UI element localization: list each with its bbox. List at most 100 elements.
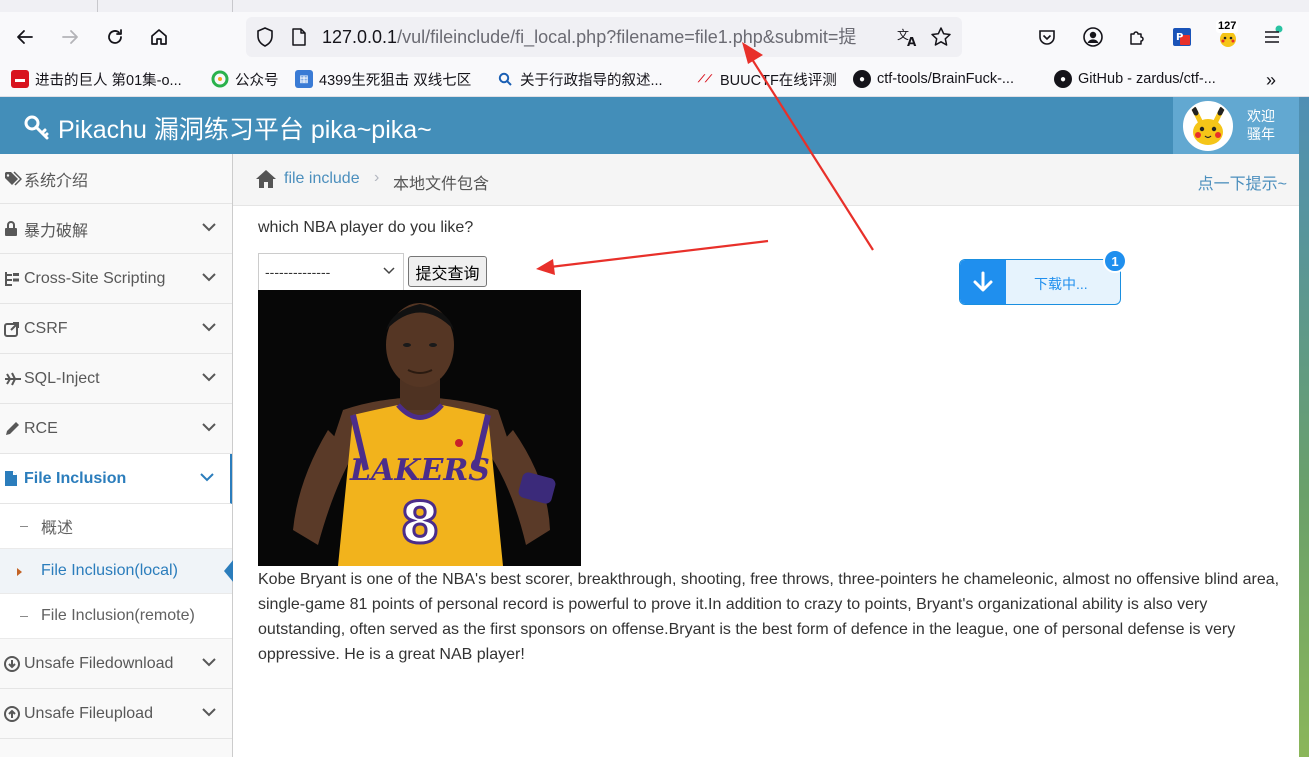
url-text[interactable]: 127.0.0.1/vul/fileinclude/fi_local.php?f… [322,26,888,48]
jersey-number: 8 [401,491,440,556]
sidebar-item-filedownload[interactable]: Unsafe Filedownload [0,639,232,689]
tags-icon [4,170,24,187]
sidebar-item-label: 系统介绍 [24,172,89,190]
account-button[interactable] [1079,23,1107,51]
bookmark-item[interactable]: ● GitHub - zardus/ctf-... [1054,69,1216,89]
bookmark-item[interactable]: ⟋⟋ BUUCTF在线评测 [696,69,837,89]
sidebar-item-label: SQL-Inject [24,369,100,387]
site-title[interactable]: Pikachu 漏洞练习平台 pika~pika~ [24,110,432,146]
bookmark-item[interactable]: ▬ 进击的巨人 第01集-o... [11,69,182,89]
sidebar-item-file-inclusion[interactable]: File Inclusion [0,454,232,504]
menu-button[interactable] [1258,23,1286,51]
translate-icon[interactable]: 文A [896,26,920,48]
avatar [1183,101,1233,151]
hint-link[interactable]: 点一下提示~ [1198,170,1287,194]
download-arrow-icon [960,260,1006,304]
sidebar-item-fileupload[interactable]: Unsafe Fileupload [0,689,232,739]
home-icon[interactable] [255,169,277,189]
breadcrumb: file include › 本地文件包含 点一下提示~ [233,154,1299,206]
question-text: which NBA player do you like? [258,219,474,236]
sidebar-item-partial[interactable] [0,739,232,757]
tab-separator [232,0,233,12]
sidebar-item-label: Unsafe Filedownload [24,654,174,672]
reload-button[interactable] [101,23,129,51]
sitemap-icon [4,271,24,287]
download-progress-widget[interactable]: 下载中... [959,259,1121,305]
back-button[interactable] [11,23,39,51]
buuctf-icon: ⟋⟋ [698,73,712,85]
game-site-icon: ▦ [295,70,313,88]
breadcrumb-separator: › [374,169,380,186]
sidebar-item-rce[interactable]: RCE [0,404,232,454]
bookmarks-overflow-button[interactable]: » [1266,70,1276,91]
home-button[interactable] [145,23,173,51]
bookmark-item[interactable]: 关于行政指导的叙述... [496,69,663,89]
chevron-down-icon [200,473,214,482]
user-welcome: 欢迎 骚年 [1247,107,1275,143]
chevron-down-icon [202,708,216,717]
sidebar-subitem-local[interactable]: File Inclusion(local) [0,549,234,594]
sidebar-item-label: Cross-Site Scripting [24,269,166,287]
home-icon [151,29,167,45]
chevron-down-icon [383,267,395,275]
external-link-icon [4,321,24,337]
site-header: Pikachu 漏洞练习平台 pika~pika~ 欢迎 骚年 [0,97,1299,154]
window-edge [1299,97,1309,757]
player-select[interactable]: -------------- [258,253,404,291]
github-icon: ● [853,70,871,88]
address-bar[interactable]: 127.0.0.1/vul/fileinclude/fi_local.php?f… [246,17,962,57]
puzzle-icon [1130,31,1144,45]
arrow-left-icon [17,30,33,44]
sidebar-item-xss[interactable]: Cross-Site Scripting [0,254,232,304]
pocket-button[interactable] [1033,23,1061,51]
chevron-down-icon [202,273,216,282]
bookmark-item[interactable]: 公众号 [211,69,279,89]
ext-security-button[interactable]: P [1168,23,1196,51]
breadcrumb-link[interactable]: file include [284,170,360,188]
player-illustration: LAKERS 8 [258,290,581,566]
sidebar-item-sqli[interactable]: SQL-Inject [0,354,232,404]
sidebar-subitem-label: 概述 [41,520,74,537]
hamburger-icon [1265,31,1279,43]
video-site-icon: ▬ [11,70,29,88]
welcome-line: 欢迎 [1247,108,1275,124]
shield-icon[interactable] [254,26,276,48]
browser-tabstrip [0,0,1309,12]
sidebar-subitem-remote[interactable]: File Inclusion(remote) [0,594,232,639]
star-icon[interactable] [930,26,952,48]
bookmark-item[interactable]: ▦ 4399生死狙击 双线七区 [295,69,471,89]
sidebar-item-label: Unsafe Fileupload [24,704,153,722]
sidebar-item-csrf[interactable]: CSRF [0,304,232,354]
bookmark-label: 进击的巨人 第01集-o... [35,72,182,89]
caret-right-icon [17,568,22,576]
file-icon [4,470,24,487]
welcome-line: 骚年 [1247,126,1275,142]
sidebar-item-label: CSRF [24,319,68,337]
pikachu-avatar-icon [1185,103,1231,149]
chevron-down-icon [202,423,216,432]
url-path: /vul/fileinclude/fi_local.php?filename=f… [397,27,857,47]
key-icon [24,115,49,140]
download-count-badge: 1 [1103,249,1127,273]
submit-button[interactable]: 提交查询 [408,256,487,287]
forward-button[interactable] [56,23,84,51]
sidebar-subitem-overview[interactable]: 概述 [0,504,232,549]
search-icon [496,70,514,88]
site-title-text: Pikachu 漏洞练习平台 pika~pika~ [58,116,432,144]
select-value: -------------- [265,264,331,280]
page-info-icon[interactable] [290,27,308,47]
sidebar-item-intro[interactable]: 系统介绍 [0,154,232,204]
bookmark-label: GitHub - zardus/ctf-... [1078,71,1216,87]
sidebar-item-bruteforce[interactable]: 暴力破解 [0,204,232,254]
download-status: 下载中... [1034,276,1088,292]
tab-separator [97,0,98,12]
user-menu[interactable]: 欢迎 骚年 [1173,97,1299,154]
bookmark-item[interactable]: ● ctf-tools/BrainFuck-... [853,69,1014,89]
bookmark-label: 4399生死狙击 双线七区 [319,72,472,89]
jersey-text: LAKERS [349,453,490,488]
bookmark-label: BUUCTF在线评测 [720,72,837,89]
svg-text:P: P [1176,32,1183,43]
main-content: which NBA player do you like? ----------… [233,206,1299,757]
extensions-button[interactable] [1123,23,1151,51]
upload-circle-icon [4,705,24,722]
